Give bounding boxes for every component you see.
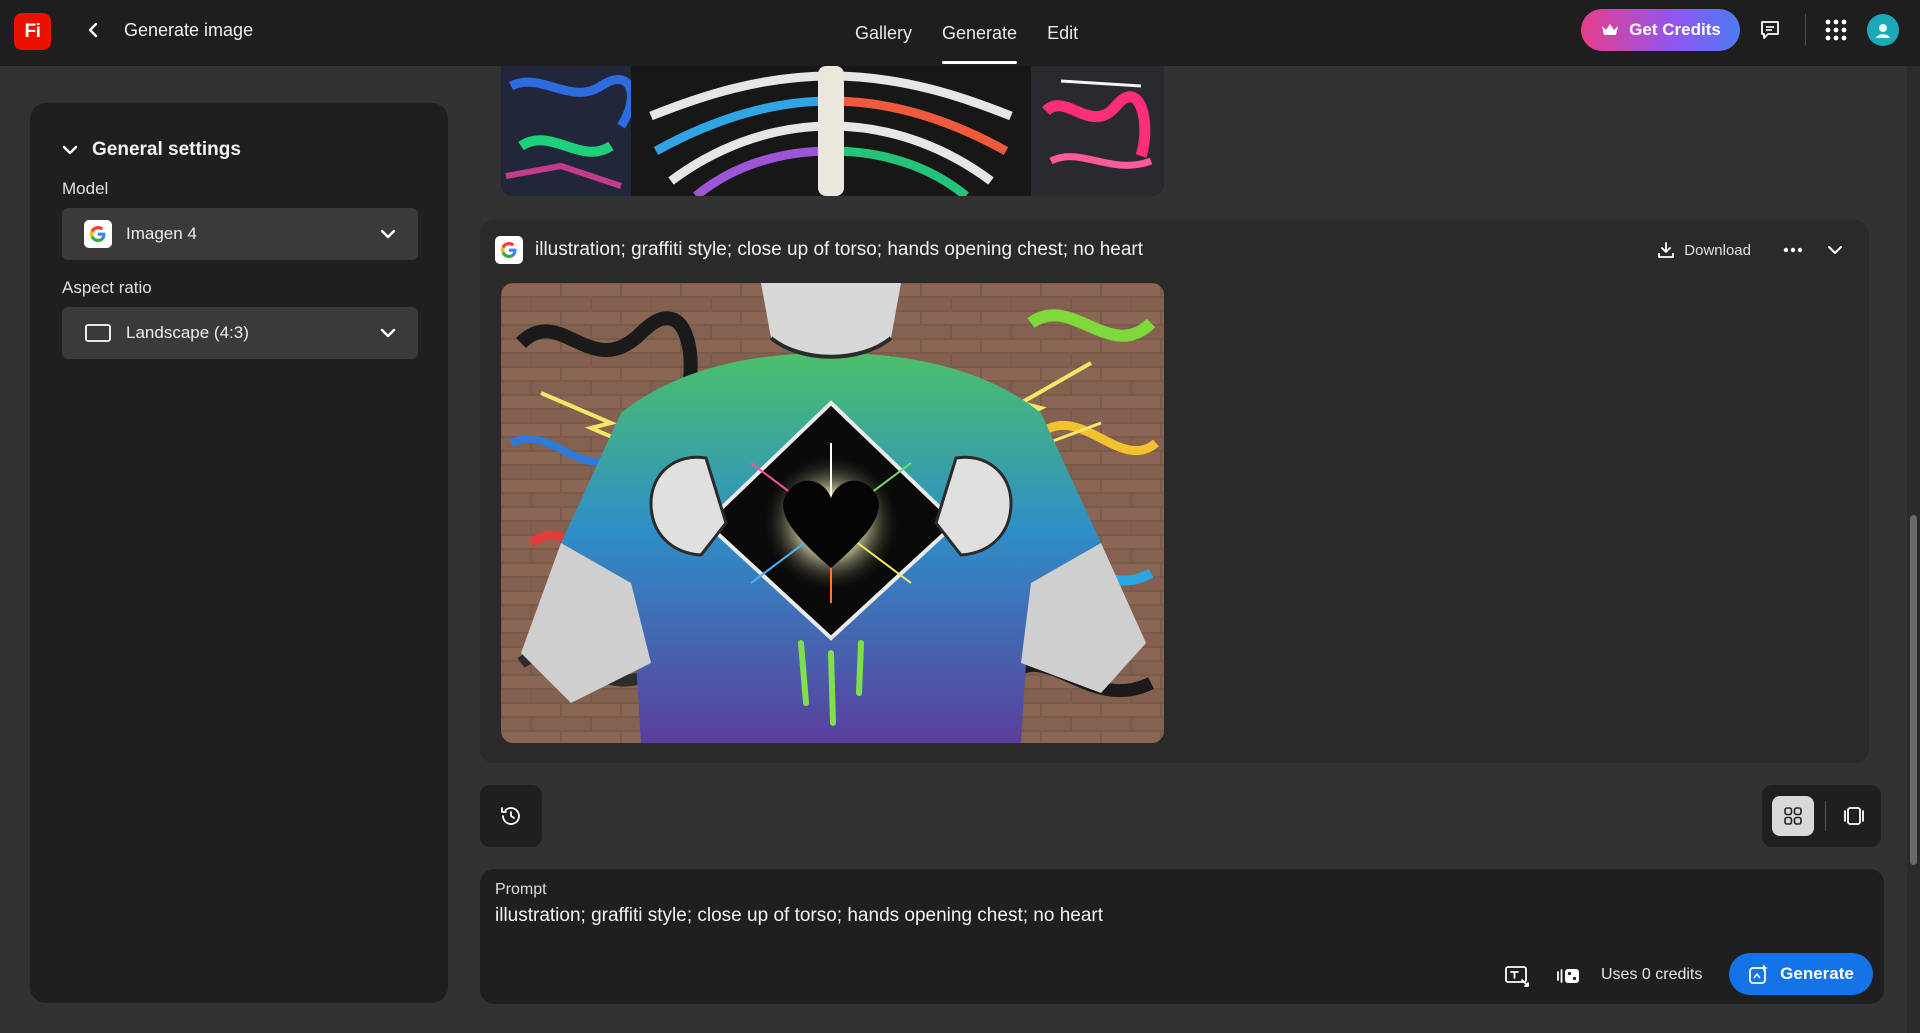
chevron-down-icon: [62, 145, 78, 155]
tab-gallery[interactable]: Gallery: [840, 0, 927, 66]
model-value: Imagen 4: [126, 224, 197, 243]
single-view-icon: [1844, 807, 1864, 825]
chevron-down-icon: [1828, 246, 1842, 254]
history-button[interactable]: [480, 785, 542, 847]
tab-generate[interactable]: Generate: [927, 0, 1032, 66]
model-label: Model: [62, 179, 109, 198]
generate-label: Generate: [1780, 964, 1854, 983]
avatar[interactable]: [1867, 14, 1899, 46]
firefly-logo[interactable]: Fi: [14, 13, 51, 50]
aspect-ratio-value: Landscape (4:3): [126, 323, 249, 342]
single-view-button[interactable]: [1838, 801, 1870, 831]
model-select[interactable]: Imagen 4: [62, 208, 418, 260]
settings-panel: General settings Model Imagen 4 Aspect r…: [30, 103, 448, 1003]
tab-edit[interactable]: Edit: [1032, 0, 1093, 66]
top-bar: Fi Generate image Gallery Generate Edit …: [0, 0, 1920, 66]
download-button[interactable]: Download: [1657, 241, 1751, 259]
prompt-input[interactable]: illustration; graffiti style; close up o…: [495, 905, 1103, 927]
header-divider: [1805, 14, 1806, 46]
chevron-down-icon: [380, 229, 396, 239]
chevron-down-icon: [380, 328, 396, 338]
collapse-result-button[interactable]: [1821, 236, 1849, 264]
download-icon: [1658, 242, 1675, 258]
view-toggle-divider: [1825, 801, 1826, 831]
image-reference-icon: [1505, 966, 1529, 987]
user-avatar-icon: [1876, 24, 1890, 38]
result-card-header: illustration; graffiti style; close up o…: [495, 234, 1849, 266]
generate-button[interactable]: Generate: [1729, 953, 1873, 995]
apps-grid-icon: [1825, 19, 1847, 41]
style-reference-icon: [1557, 969, 1579, 983]
main-nav: Gallery Generate Edit: [840, 0, 1093, 66]
result-prompt-text: illustration; graffiti style; close up o…: [535, 239, 1143, 260]
more-icon: [1783, 247, 1803, 253]
google-icon: [84, 220, 112, 248]
download-label: Download: [1684, 241, 1751, 259]
crown-icon: [1602, 24, 1619, 35]
general-settings-toggle[interactable]: General settings: [62, 139, 241, 161]
grid-view-icon: [1784, 807, 1802, 825]
result-card: illustration; graffiti style; close up o…: [480, 220, 1869, 763]
google-icon: [495, 236, 523, 264]
feedback-button[interactable]: [1755, 15, 1785, 45]
generated-image[interactable]: [501, 283, 1164, 743]
page-title: Generate image: [124, 20, 254, 40]
previous-generated-image[interactable]: [501, 66, 1164, 196]
grid-view-button[interactable]: [1772, 796, 1814, 836]
prompt-label: Prompt: [495, 881, 547, 898]
get-credits-button[interactable]: Get Credits: [1581, 9, 1740, 51]
credits-usage-text: Uses 0 credits: [1601, 966, 1703, 983]
back-button[interactable]: [80, 17, 106, 43]
get-credits-label: Get Credits: [1629, 20, 1721, 39]
aspect-ratio-label: Aspect ratio: [62, 278, 152, 297]
history-icon: [501, 807, 520, 825]
image-reference-button[interactable]: [1502, 962, 1532, 990]
general-settings-title: General settings: [92, 139, 241, 160]
style-reference-button[interactable]: [1553, 962, 1583, 990]
scrollbar-thumb[interactable]: [1910, 515, 1917, 865]
back-chevron-icon: [88, 22, 98, 38]
prompt-panel: Prompt illustration; graffiti style; clo…: [480, 869, 1884, 1004]
generate-sparkle-icon: [1749, 964, 1769, 984]
view-toggle: [1762, 785, 1881, 847]
feedback-icon: [1761, 21, 1779, 39]
aspect-ratio-select[interactable]: Landscape (4:3): [62, 307, 418, 359]
more-options-button[interactable]: [1779, 236, 1807, 264]
landscape-frame-icon: [85, 324, 111, 342]
apps-button[interactable]: [1821, 15, 1851, 45]
